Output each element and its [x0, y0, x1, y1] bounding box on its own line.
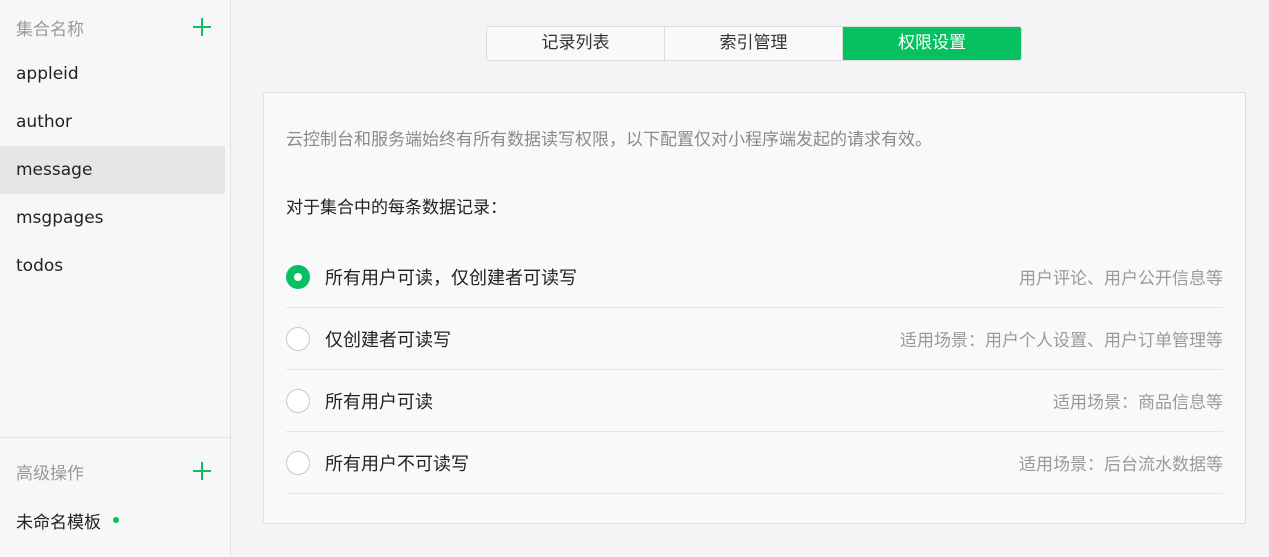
tab-bar: 记录列表 索引管理 权限设置 — [486, 26, 1022, 61]
collections-header: 集合名称 — [0, 2, 231, 52]
tab-permissions[interactable]: 权限设置 — [843, 27, 1021, 60]
option-left: 所有用户不可读写 — [286, 450, 469, 476]
option-label: 所有用户可读 — [325, 391, 433, 413]
option-hint: 用户评论、用户公开信息等 — [1019, 269, 1223, 289]
tab-records[interactable]: 记录列表 — [487, 27, 665, 60]
option-left: 所有用户可读，仅创建者可读写 — [286, 264, 577, 290]
permission-options: 所有用户可读，仅创建者可读写 用户评论、用户公开信息等 仅创建者可读写 适用场景… — [286, 246, 1223, 494]
collection-item-appleid[interactable]: appleid — [0, 50, 225, 98]
permission-option-public-read[interactable]: 所有用户可读 适用场景：商品信息等 — [286, 370, 1223, 432]
option-hint: 适用场景：商品信息等 — [1053, 393, 1223, 413]
unsaved-dot-icon — [113, 517, 119, 523]
option-hint: 适用场景：后台流水数据等 — [1019, 455, 1223, 475]
radio-checked-icon[interactable] — [286, 264, 310, 289]
permission-option-no-access[interactable]: 所有用户不可读写 适用场景：后台流水数据等 — [286, 432, 1223, 494]
collection-item-msgpages[interactable]: msgpages — [0, 194, 225, 242]
template-item[interactable]: 未命名模板 — [16, 506, 119, 534]
collection-item-author[interactable]: author — [0, 98, 225, 146]
add-collection-icon[interactable] — [193, 18, 211, 36]
permission-note: 云控制台和服务端始终有所有数据读写权限，以下配置仅对小程序端发起的请求有效。 — [286, 130, 932, 150]
radio-unchecked-icon[interactable] — [286, 450, 310, 475]
collection-list: appleid author message msgpages todos — [0, 50, 231, 290]
permission-panel: 云控制台和服务端始终有所有数据读写权限，以下配置仅对小程序端发起的请求有效。 对… — [263, 92, 1246, 524]
tab-indexes[interactable]: 索引管理 — [665, 27, 843, 60]
template-label: 未命名模板 — [16, 512, 101, 533]
collections-header-label: 集合名称 — [16, 19, 84, 40]
option-left: 所有用户可读 — [286, 388, 433, 414]
radio-unchecked-icon[interactable] — [286, 388, 310, 413]
option-label: 仅创建者可读写 — [325, 329, 451, 351]
radio-unchecked-icon[interactable] — [286, 326, 310, 351]
collection-item-message[interactable]: message — [0, 146, 225, 194]
sidebar-divider — [0, 437, 231, 438]
option-left: 仅创建者可读写 — [286, 326, 451, 352]
option-label: 所有用户不可读写 — [325, 453, 469, 475]
permission-question: 对于集合中的每条数据记录： — [286, 198, 507, 218]
advanced-header-label: 高级操作 — [16, 463, 84, 484]
permission-option-public-read-creator-write[interactable]: 所有用户可读，仅创建者可读写 用户评论、用户公开信息等 — [286, 246, 1223, 308]
collection-item-todos[interactable]: todos — [0, 242, 225, 290]
sidebar: 集合名称 appleid author message msgpages tod… — [0, 0, 231, 557]
database-permission-screen: 集合名称 appleid author message msgpages tod… — [0, 0, 1269, 557]
option-hint: 适用场景：用户个人设置、用户订单管理等 — [900, 331, 1223, 351]
add-template-icon[interactable] — [193, 462, 211, 480]
advanced-header: 高级操作 — [0, 446, 231, 496]
option-label: 所有用户可读，仅创建者可读写 — [325, 267, 577, 289]
permission-option-creator-only[interactable]: 仅创建者可读写 适用场景：用户个人设置、用户订单管理等 — [286, 308, 1223, 370]
